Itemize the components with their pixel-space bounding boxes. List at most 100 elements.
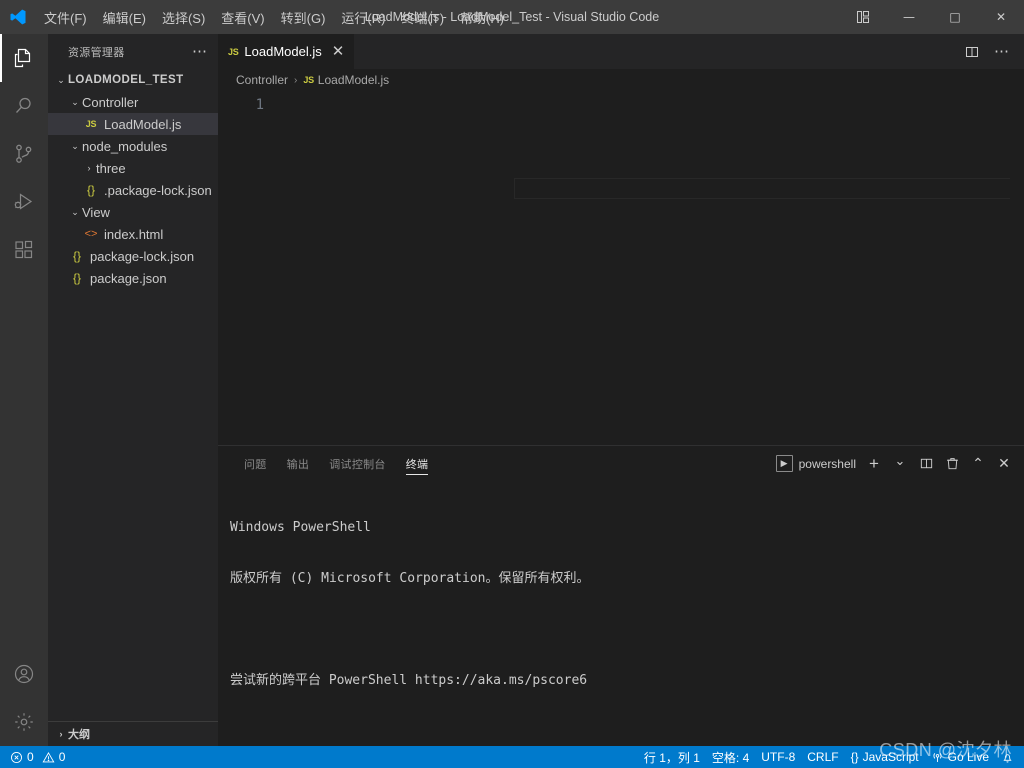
- terminal-dropdown-icon[interactable]: ⌄: [888, 449, 912, 478]
- status-notifications[interactable]: [995, 746, 1020, 768]
- warning-triangle-icon: [42, 751, 55, 764]
- terminal-line: 版权所有 (C) Microsoft Corporation。保留所有权利。: [230, 570, 1024, 587]
- kill-terminal-icon[interactable]: [940, 452, 964, 476]
- status-language-mode[interactable]: {} JavaScript: [845, 746, 925, 768]
- tree-row-loadmodel-test[interactable]: ⌄ LOADMODEL_TEST: [48, 69, 218, 91]
- bell-icon: [1001, 751, 1014, 764]
- split-editor-icon[interactable]: [958, 34, 986, 69]
- tree-label: node_modules: [82, 138, 168, 154]
- status-indentation[interactable]: 空格: 4: [706, 746, 755, 768]
- outline-section-header[interactable]: › 大纲: [48, 721, 218, 746]
- terminal-output[interactable]: Windows PowerShell 版权所有 (C) Microsoft Co…: [218, 481, 1024, 746]
- tree-row-dot-package-lock-json[interactable]: {} .package-lock.json: [48, 179, 218, 201]
- activitybar-item-accounts[interactable]: [0, 650, 48, 698]
- menu-item-file[interactable]: 文件(F): [36, 5, 95, 29]
- tree-label: LOADMODEL_TEST: [68, 74, 184, 86]
- terminal-text: Windows PowerShell: [230, 520, 371, 535]
- tree-row-loadmodel-js[interactable]: JS LoadModel.js: [48, 113, 218, 135]
- tab-loadmodel-js[interactable]: JS LoadModel.js ✕: [218, 34, 356, 69]
- status-cursor-position[interactable]: 行 1，列 1: [638, 746, 706, 768]
- tab-bar-spacer: [355, 34, 958, 69]
- tree-label: .package-lock.json: [104, 182, 212, 198]
- panel-tab-bar: 问题 输出 调试控制台 终端 ▶ powershell + ⌄ ⌃ ✕: [218, 446, 1024, 481]
- customize-layout-icon[interactable]: [840, 0, 886, 34]
- terminal-text: 尝试新的跨平台 PowerShell https://aka.ms/pscore…: [230, 673, 588, 688]
- more-actions-icon[interactable]: ⋯: [988, 34, 1016, 69]
- close-button[interactable]: ✕: [978, 0, 1024, 34]
- code-editor[interactable]: 1: [218, 91, 1024, 445]
- status-language-label: JavaScript: [862, 750, 919, 764]
- editor-group: JS LoadModel.js ✕ ⋯ Controller › JS Load…: [218, 34, 1024, 746]
- activitybar-item-run-and-debug[interactable]: [0, 178, 48, 226]
- status-go-live-label: Go Live: [947, 750, 989, 764]
- account-icon: [12, 662, 36, 686]
- tree-row-index-html[interactable]: <> index.html: [48, 223, 218, 245]
- activitybar-item-extensions[interactable]: [0, 226, 48, 274]
- maximize-panel-icon[interactable]: ⌃: [966, 452, 990, 476]
- tree-row-package-lock-json[interactable]: {} package-lock.json: [48, 245, 218, 267]
- terminal-line: Windows PowerShell: [230, 519, 1024, 536]
- sidebar-header: 资源管理器 ⋯: [48, 34, 218, 69]
- menu-item-view[interactable]: 查看(V): [213, 5, 272, 29]
- editor-tab-bar: JS LoadModel.js ✕ ⋯: [218, 34, 1024, 69]
- tree-row-three[interactable]: › three: [48, 157, 218, 179]
- menu-item-terminal[interactable]: 终端(T): [393, 5, 452, 29]
- tree-row-node-modules[interactable]: ⌄ node_modules: [48, 135, 218, 157]
- breadcrumb-item-controller[interactable]: Controller: [236, 73, 288, 87]
- sidebar-title: 资源管理器: [68, 46, 125, 59]
- chevron-down-icon: ⌄: [71, 206, 79, 217]
- json-file-icon: {}: [72, 249, 81, 263]
- menu-item-go[interactable]: 转到(G): [273, 5, 334, 29]
- status-problems[interactable]: 0 0: [4, 746, 71, 768]
- status-eol[interactable]: CRLF: [801, 746, 844, 768]
- workbench-body: 资源管理器 ⋯ ⌄ LOADMODEL_TEST ⌄ Controller JS…: [0, 34, 1024, 746]
- new-terminal-icon[interactable]: +: [862, 452, 886, 476]
- run-debug-icon: [12, 190, 36, 214]
- tree-row-package-json[interactable]: {} package.json: [48, 267, 218, 289]
- editor-actions: ⋯: [958, 34, 1024, 69]
- maximize-icon: □: [949, 10, 961, 24]
- tree-label: LoadModel.js: [104, 116, 182, 132]
- source-control-icon: [12, 142, 36, 166]
- status-bar: 0 0 行 1，列 1 空格: 4 UTF-8 CRLF {} JavaScri…: [0, 746, 1024, 768]
- terminal-selector[interactable]: ▶ powershell: [772, 455, 860, 472]
- activitybar-item-explorer[interactable]: [0, 34, 48, 82]
- vscode-window: 文件(F) 编辑(E) 选择(S) 查看(V) 转到(G) 运行(R) 终端(T…: [0, 0, 1024, 768]
- close-icon[interactable]: ✕: [332, 44, 345, 59]
- menu-item-selection[interactable]: 选择(S): [154, 5, 213, 29]
- minimize-button[interactable]: —: [886, 0, 932, 34]
- chevron-down-icon: ⌄: [71, 140, 79, 151]
- status-go-live[interactable]: Go Live: [925, 746, 995, 768]
- extensions-icon: [12, 238, 36, 262]
- js-file-icon: JS: [303, 75, 314, 85]
- close-panel-icon[interactable]: ✕: [992, 452, 1016, 476]
- vscode-logo-icon: [0, 0, 36, 34]
- gear-icon: [12, 710, 36, 734]
- tree-row-view[interactable]: ⌄ View: [48, 201, 218, 223]
- file-tree: ⌄ LOADMODEL_TEST ⌄ Controller JS LoadMod…: [48, 69, 218, 721]
- menu-item-help[interactable]: 帮助(H): [452, 5, 512, 29]
- panel-tab-debug-console[interactable]: 调试控制台: [319, 446, 396, 481]
- menu-item-edit[interactable]: 编辑(E): [95, 5, 154, 29]
- minimize-icon: —: [903, 10, 915, 24]
- chevron-down-icon: ⌄: [71, 96, 79, 107]
- chevron-down-icon: ⌄: [57, 74, 65, 85]
- activitybar-item-source-control[interactable]: [0, 130, 48, 178]
- activitybar-item-search[interactable]: [0, 82, 48, 130]
- maximize-button[interactable]: □: [932, 0, 978, 34]
- tree-row-controller[interactable]: ⌄ Controller: [48, 91, 218, 113]
- overview-ruler[interactable]: [1010, 91, 1024, 445]
- window-controls: — □ ✕: [840, 0, 1024, 34]
- panel-tab-output[interactable]: 输出: [277, 446, 320, 481]
- sidebar-more-actions-icon[interactable]: ⋯: [192, 44, 212, 59]
- tree-label: View: [82, 204, 110, 220]
- menu-item-run[interactable]: 运行(R): [333, 5, 393, 29]
- search-icon: [12, 94, 36, 118]
- activitybar-item-manage[interactable]: [0, 698, 48, 746]
- panel-tab-terminal[interactable]: 终端: [396, 446, 439, 481]
- status-encoding[interactable]: UTF-8: [755, 746, 801, 768]
- js-file-icon: JS: [85, 119, 97, 129]
- split-terminal-icon[interactable]: [914, 452, 938, 476]
- breadcrumb-item-loadmodel-js[interactable]: LoadModel.js: [318, 73, 389, 87]
- panel-tab-problems[interactable]: 问题: [234, 446, 277, 481]
